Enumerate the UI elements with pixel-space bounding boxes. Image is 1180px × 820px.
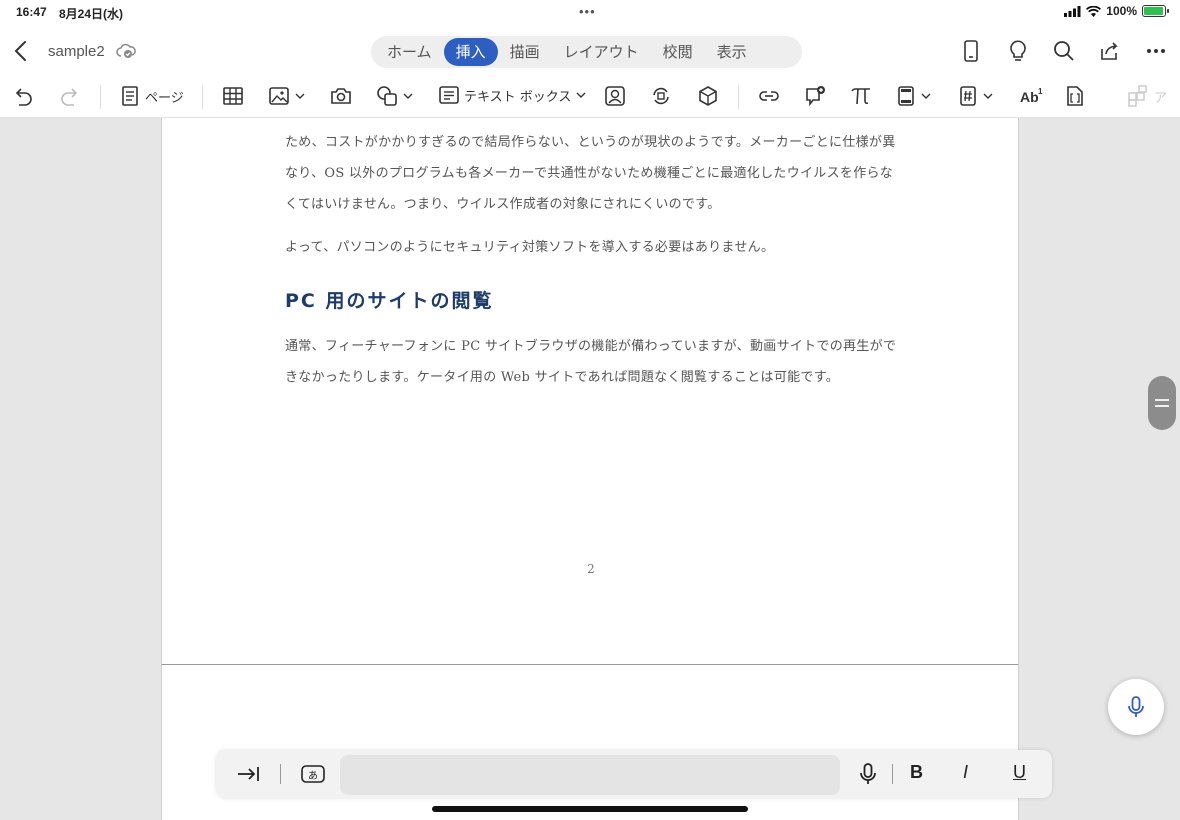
chevron-down-icon — [921, 93, 931, 99]
kana-input-icon[interactable]: あ — [301, 762, 325, 786]
undo-button[interactable] — [13, 85, 35, 107]
redo-button[interactable] — [58, 85, 80, 107]
textbox-icon — [439, 86, 459, 104]
cellular-signal-icon — [1064, 5, 1081, 17]
svg-text:Ab: Ab — [1020, 89, 1039, 105]
field-icon — [1067, 86, 1083, 106]
3d-model-button[interactable] — [650, 85, 672, 107]
add-ins-label: ア — [1154, 90, 1168, 106]
predictive-text-field[interactable] — [340, 755, 840, 795]
page-button[interactable]: ページ — [120, 85, 184, 107]
paragraph-2[interactable]: よって、パソコンのようにセキュリティ対策ソフトを導入する必要はありません。 — [285, 232, 905, 263]
status-bar: 16:47 8月24日(水) ••• 100% — [0, 0, 1180, 24]
search-icon[interactable] — [1053, 40, 1075, 62]
textbox-label: テキスト ボックス — [464, 89, 572, 105]
home-indicator[interactable] — [432, 806, 748, 812]
status-time: 16:47 — [16, 5, 47, 19]
paragraph-1[interactable]: ため、コストがかかりすぎるので結局作らない、というのが現状のようです。メーカーご… — [285, 127, 905, 220]
picture-button[interactable] — [268, 85, 305, 107]
table-button[interactable] — [222, 85, 244, 107]
tab-draw[interactable]: 描画 — [498, 38, 552, 66]
tab-review[interactable]: 校閲 — [651, 38, 705, 66]
header-footer-icon — [898, 86, 914, 106]
tab-insert[interactable]: 挿入 — [443, 38, 498, 66]
lightbulb-icon[interactable] — [1008, 40, 1028, 62]
wifi-icon — [1086, 5, 1102, 17]
underline-button[interactable]: U — [1013, 762, 1026, 783]
chevron-down-icon — [403, 93, 413, 99]
refresh-shapes-icon — [653, 87, 669, 105]
tab-key-icon[interactable] — [236, 762, 260, 786]
svg-text:あ: あ — [308, 770, 318, 782]
tab-layout[interactable]: レイアウト — [552, 38, 651, 66]
paragraph-3[interactable]: 通常、フィーチャーフォンに PC サイトブラウザの機能が備わっていますが、動画サ… — [285, 331, 905, 393]
microphone-icon — [1128, 696, 1144, 717]
phone-view-icon[interactable] — [962, 40, 980, 62]
redo-icon — [61, 88, 78, 106]
chevron-down-icon — [295, 93, 305, 99]
icons-icon — [605, 86, 625, 106]
dictate-button[interactable] — [1108, 679, 1164, 735]
keyboard-shortcut-bar: あ B I U — [216, 750, 1052, 798]
cube-button[interactable] — [697, 85, 719, 107]
document-name[interactable]: sample2 — [48, 43, 105, 60]
table-icon — [223, 87, 243, 105]
new-comment-icon — [806, 86, 825, 107]
shapes-icon — [377, 86, 397, 106]
ribbon-toolbar: ページ テキスト ボックス Ab 1 ア — [0, 76, 1180, 118]
textbox-button[interactable]: テキスト ボックス — [439, 85, 586, 105]
cloud-sync-icon[interactable] — [116, 43, 136, 59]
camera-button[interactable] — [330, 85, 352, 107]
battery-icon — [1142, 5, 1169, 17]
picture-icon — [269, 87, 289, 105]
page-icon — [122, 86, 138, 106]
bold-button[interactable]: B — [910, 762, 923, 783]
page-number-button[interactable] — [958, 85, 993, 107]
link-button[interactable] — [758, 85, 780, 107]
tab-view[interactable]: 表示 — [705, 38, 759, 66]
chevron-down-icon — [576, 92, 586, 98]
footnote-button[interactable]: Ab 1 — [1019, 85, 1043, 107]
chevron-down-icon — [983, 93, 993, 99]
pi-icon — [851, 88, 870, 105]
camera-icon — [331, 88, 351, 104]
field-button[interactable] — [1065, 85, 1085, 107]
cube-icon — [699, 86, 717, 106]
footnote-icon: Ab 1 — [1020, 87, 1043, 105]
svg-text:1: 1 — [1038, 87, 1043, 96]
ribbon-tabs: ホーム 挿入 描画 レイアウト 校閲 表示 — [371, 36, 802, 68]
link-icon — [759, 91, 779, 101]
document-page[interactable]: ため、コストがかかりすぎるので結局作らない、というのが現状のようです。メーカーご… — [161, 118, 1019, 665]
multitasking-dots-icon[interactable]: ••• — [579, 4, 596, 19]
header-footer-button[interactable] — [896, 85, 931, 107]
battery-percent: 100% — [1106, 4, 1137, 18]
tab-home[interactable]: ホーム — [375, 38, 444, 66]
equation-button[interactable] — [850, 85, 872, 107]
section-heading[interactable]: PC 用のサイトの閲覧 — [285, 286, 493, 313]
title-bar: sample2 ホーム 挿入 描画 レイアウト 校閲 表示 — [0, 24, 1180, 76]
page-number: 2 — [587, 562, 595, 576]
page-number-icon — [960, 86, 976, 106]
page-label: ページ — [145, 90, 184, 106]
comment-button[interactable] — [804, 85, 826, 107]
more-icon[interactable] — [1146, 48, 1166, 54]
undo-icon — [15, 88, 32, 106]
icons-button[interactable] — [604, 85, 626, 107]
back-icon[interactable] — [12, 40, 32, 62]
italic-button[interactable]: I — [963, 762, 968, 783]
status-date: 8月24日(水) — [59, 7, 124, 21]
scroll-handle[interactable] — [1148, 376, 1176, 430]
shapes-button[interactable] — [376, 85, 413, 107]
share-icon[interactable] — [1099, 40, 1121, 62]
add-ins-icon — [1128, 85, 1147, 107]
add-ins-button[interactable]: ア — [1127, 85, 1167, 107]
microphone-icon[interactable] — [858, 762, 878, 786]
